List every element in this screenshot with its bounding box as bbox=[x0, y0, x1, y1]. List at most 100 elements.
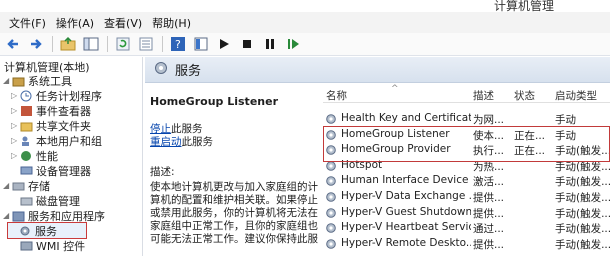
chevron-right-icon[interactable]: ▷ bbox=[11, 136, 20, 145]
description-label: 描述: bbox=[150, 166, 175, 178]
cell-name: Hyper-V Guest Shutdown... bbox=[341, 205, 471, 218]
selected-service-name: HomeGroup Listener bbox=[150, 95, 278, 108]
chevron-down-icon[interactable]: ◢ bbox=[3, 211, 12, 220]
table-row[interactable]: HomeGroup Listener 使本... 正在... 手动 bbox=[323, 127, 610, 143]
table-row[interactable]: HomeGroup Provider 执行... 正在... 手动(触发... bbox=[323, 142, 610, 158]
table-row[interactable]: Hyper-V Remote Deskto... 提供... 手动(触发... bbox=[323, 236, 610, 252]
tree-services-apps-label: 服务和应用程序 bbox=[28, 209, 105, 223]
services-apps-icon bbox=[12, 210, 25, 222]
tree-performance[interactable]: ▷ 性能 bbox=[11, 148, 58, 163]
gear-icon bbox=[325, 238, 338, 250]
tree-services-apps[interactable]: ◢ 服务和应用程序 bbox=[3, 208, 105, 223]
sort-arrow-icon: ^ bbox=[391, 84, 399, 94]
forward-arrow-icon[interactable] bbox=[28, 36, 44, 52]
console-tree: 计算机管理(本地) ◢ 系统工具 ▷ 任务计划程序 ▷ 事件查看器 ▷ 共享文件… bbox=[0, 57, 143, 256]
toolbox-icon bbox=[12, 75, 25, 87]
back-arrow-icon[interactable] bbox=[5, 36, 21, 52]
shared-folder-icon bbox=[20, 120, 33, 132]
tree-local-users[interactable]: ▷ 本地用户和组 bbox=[11, 133, 102, 148]
cell-startup-type: 手动 bbox=[555, 129, 576, 142]
title-bar: 计算机管理 bbox=[0, 0, 610, 13]
clock-icon bbox=[20, 90, 33, 102]
tree-device-manager[interactable]: 设备管理器 bbox=[20, 163, 91, 178]
chevron-right-icon[interactable]: ▷ bbox=[11, 91, 20, 100]
performance-icon bbox=[20, 150, 33, 162]
gear-icon bbox=[19, 225, 32, 237]
toolbar-separator bbox=[162, 36, 163, 52]
column-description[interactable]: 描述 bbox=[473, 88, 494, 103]
menu-file[interactable]: 文件(F) bbox=[4, 15, 51, 31]
cell-startup-type: 手动(触发... bbox=[555, 145, 610, 158]
chevron-down-icon[interactable]: ◢ bbox=[3, 181, 12, 190]
chevron-right-icon[interactable]: ▷ bbox=[11, 151, 20, 160]
refresh-icon[interactable] bbox=[115, 36, 131, 52]
gear-icon bbox=[153, 60, 169, 79]
tree-wmi[interactable]: WMI 控件 bbox=[20, 238, 85, 253]
tree-system-tools[interactable]: ◢ 系统工具 bbox=[3, 73, 72, 88]
table-row[interactable]: Hyper-V Data Exchange ... 提供... 手动(触发... bbox=[323, 189, 610, 205]
table-row[interactable]: Human Interface Device ... 激活... 手动(触发... bbox=[323, 173, 610, 189]
tree-disk-management-label: 磁盘管理 bbox=[36, 194, 80, 208]
tree-task-scheduler[interactable]: ▷ 任务计划程序 bbox=[11, 88, 102, 103]
toolbar-separator bbox=[52, 36, 53, 52]
restart-service-line: 重启动此服务 bbox=[150, 136, 323, 149]
column-status[interactable]: 状态 bbox=[514, 88, 535, 103]
stop-icon[interactable] bbox=[239, 36, 255, 52]
chevron-right-icon[interactable]: ▷ bbox=[11, 121, 20, 130]
table-row[interactable]: Health Key and Certificat... 为网... 手动 bbox=[323, 111, 610, 127]
stop-service-link[interactable]: 停止 bbox=[150, 123, 171, 135]
table-row[interactable]: Hyper-V Heartbeat Service 通过... 手动(触发... bbox=[323, 220, 610, 236]
cell-startup-type: 手动 bbox=[555, 114, 576, 126]
cell-startup-type: 手动(触发... bbox=[555, 176, 610, 189]
menu-action[interactable]: 操作(A) bbox=[51, 15, 99, 31]
cell-status: 正在... bbox=[514, 145, 546, 158]
stop-service-suffix: 此服务 bbox=[171, 123, 203, 135]
gear-icon bbox=[325, 222, 338, 234]
tree-shared-folders[interactable]: ▷ 共享文件夹 bbox=[11, 118, 91, 133]
console-tree-icon[interactable] bbox=[83, 36, 99, 52]
restart-service-link[interactable]: 重启动 bbox=[150, 136, 182, 148]
services-header: 服务 bbox=[145, 57, 610, 83]
chevron-down-icon[interactable]: ◢ bbox=[3, 76, 12, 85]
chevron-right-icon[interactable]: ▷ bbox=[11, 106, 20, 115]
tree-event-viewer[interactable]: ▷ 事件查看器 bbox=[11, 103, 91, 118]
tree-event-viewer-label: 事件查看器 bbox=[36, 104, 91, 118]
cell-description: 使本... bbox=[473, 129, 505, 142]
properties-icon[interactable] bbox=[193, 36, 209, 52]
tree-storage-label: 存储 bbox=[28, 179, 50, 193]
wmi-icon bbox=[20, 240, 33, 252]
tree-shared-folders-label: 共享文件夹 bbox=[36, 119, 91, 133]
tree-services-label: 服务 bbox=[35, 224, 57, 238]
help-icon[interactable]: ? bbox=[170, 36, 186, 52]
gear-icon bbox=[325, 175, 338, 187]
table-row[interactable]: Hotspot 为热... 手动(触发... bbox=[323, 158, 610, 174]
play-icon[interactable] bbox=[216, 36, 232, 52]
table-row[interactable]: Hyper-V Guest Shutdown... 提供... 手动(触发... bbox=[323, 205, 610, 221]
restart-service-suffix: 此服务 bbox=[181, 136, 214, 148]
stop-service-line: 停止此服务 bbox=[150, 123, 323, 136]
up-folder-icon[interactable] bbox=[60, 36, 76, 52]
cell-description: 执行... bbox=[473, 145, 505, 158]
export-list-icon[interactable] bbox=[138, 36, 154, 52]
services-pane: 服务 HomeGroup Listener 停止此服务 重启动此服务 描述: 使… bbox=[145, 57, 610, 256]
service-description-pane: HomeGroup Listener 停止此服务 重启动此服务 描述: 使本地计… bbox=[145, 84, 323, 256]
column-name[interactable]: 名称 bbox=[326, 88, 347, 103]
disk-icon bbox=[20, 195, 33, 207]
cell-status: 正在... bbox=[514, 129, 546, 142]
cell-description: 提供... bbox=[473, 192, 505, 204]
storage-icon bbox=[12, 180, 25, 192]
tree-disk-management[interactable]: 磁盘管理 bbox=[20, 193, 80, 208]
cell-name: HomeGroup Provider bbox=[341, 143, 451, 156]
cell-name: HomeGroup Listener bbox=[341, 127, 450, 140]
column-startup-type[interactable]: 启动类型 bbox=[555, 88, 597, 103]
gear-icon bbox=[325, 191, 338, 203]
menu-help[interactable]: 帮助(H) bbox=[147, 15, 196, 31]
menu-view[interactable]: 查看(V) bbox=[99, 15, 147, 31]
pause-icon[interactable] bbox=[262, 36, 278, 52]
cell-description: 为热... bbox=[473, 160, 505, 173]
resume-icon[interactable] bbox=[285, 36, 301, 52]
cell-startup-type: 手动(触发... bbox=[555, 192, 610, 204]
tree-services[interactable]: 服务 bbox=[7, 222, 87, 239]
cell-description: 通过... bbox=[473, 223, 505, 236]
tree-storage[interactable]: ◢ 存储 bbox=[3, 178, 50, 193]
